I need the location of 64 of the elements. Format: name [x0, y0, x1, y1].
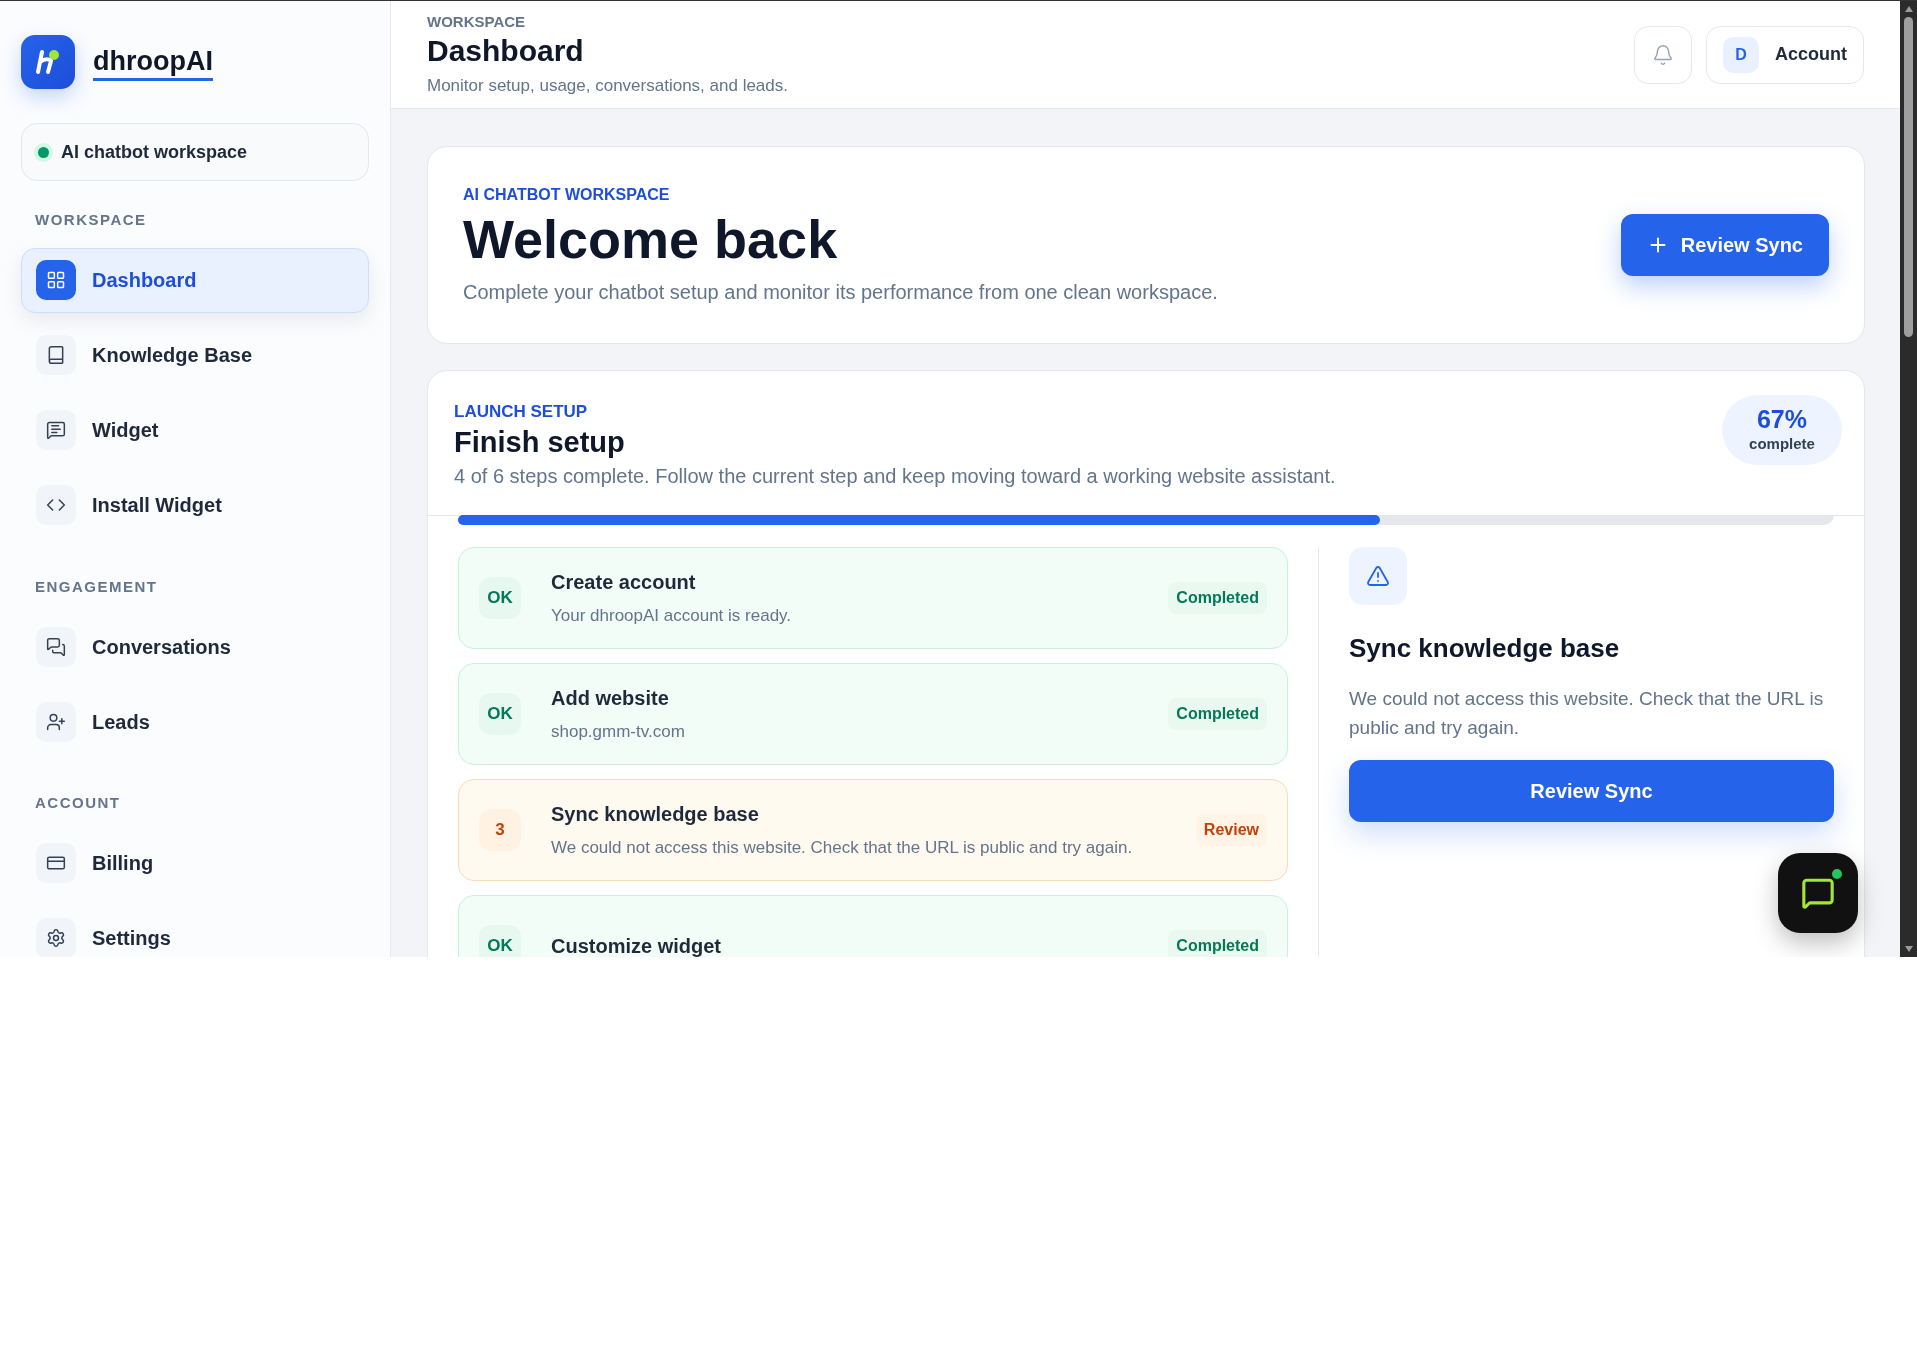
step-badge: OK	[479, 692, 521, 735]
card-eyebrow: AI CHATBOT WORKSPACE	[463, 185, 671, 205]
status-label: Completed	[1168, 581, 1267, 614]
account-avatar: D	[1723, 36, 1759, 73]
section-heading: ACCOUNT	[34, 793, 122, 813]
grid-icon	[46, 270, 66, 290]
detail-title: Sync knowledge base	[1349, 631, 1621, 665]
chat-bubbles-icon	[46, 636, 66, 657]
setup-step[interactable]: OK Create account Your dhroopAI account is ready. Completed	[458, 546, 1288, 649]
chat-launcher-button[interactable]	[1778, 853, 1858, 933]
welcome-title: Welcome back	[463, 209, 839, 269]
step-badge: OK	[479, 924, 521, 957]
page-eyebrow: WORKSPACE	[427, 11, 527, 32]
nav-item[interactable]: Conversations	[21, 614, 369, 679]
detail-text: We could not access this website. Check that the URL is public and try again.	[1349, 686, 1825, 740]
section-heading: ENGAGEMENT	[34, 576, 159, 597]
status-label: Completed	[1168, 697, 1267, 730]
status-label: Completed	[1168, 929, 1267, 957]
nav-item[interactable]: Install Widget	[21, 472, 369, 538]
step-subtitle: shop.gmm-tv.com	[551, 720, 686, 743]
scrollbar[interactable]	[1900, 1, 1917, 957]
nav-item[interactable]: Settings	[21, 905, 369, 957]
chat-icon	[1801, 876, 1835, 910]
review-sync-button[interactable]: Review Sync	[1620, 214, 1829, 276]
message-icon	[46, 420, 66, 440]
status-label: Review	[1195, 813, 1267, 846]
setup-title: Finish setup	[454, 424, 626, 459]
nav-item[interactable]: Billing	[21, 830, 369, 896]
nav-item[interactable]: Widget	[21, 397, 369, 463]
review-sync-button[interactable]: Review Sync	[1349, 759, 1834, 822]
card-eyebrow: LAUNCH SETUP	[454, 401, 589, 423]
scroll-down-icon[interactable]	[1903, 945, 1914, 953]
percent-value: 67%	[1756, 404, 1807, 433]
percent-label: complete	[1749, 433, 1815, 454]
nav-item[interactable]: Knowledge Base	[21, 322, 369, 388]
page-title: Dashboard	[427, 33, 585, 69]
scrollbar-thumb[interactable]	[1904, 17, 1913, 337]
warning-icon	[1366, 563, 1390, 588]
step-title: Customize widget	[551, 933, 722, 957]
step-subtitle: We could not access this website. Check that the URL is public and try again.	[551, 836, 1134, 859]
setup-step[interactable]: OK Customize widget Completed	[458, 894, 1288, 957]
account-button[interactable]: D Account	[1706, 25, 1864, 84]
scroll-up-icon[interactable]	[1903, 5, 1914, 13]
workspace-chip[interactable]: AI chatbot workspace	[21, 123, 369, 181]
logo-icon	[21, 35, 75, 89]
setup-text: 4 of 6 steps complete. Follow the current step and keep moving toward a working website assistant.	[454, 463, 1336, 489]
settings-icon	[46, 928, 66, 948]
step-badge: 3	[479, 808, 521, 851]
welcome-text: Complete your chatbot setup and monitor its performance from one clean workspace.	[463, 280, 1218, 305]
step-title: Add website	[551, 685, 670, 711]
page-subtitle: Monitor setup, usage, conversations, and leads.	[427, 75, 788, 97]
brand-name: dhroopAI	[93, 43, 213, 81]
step-badge: OK	[479, 576, 521, 619]
step-title: Sync knowledge base	[551, 801, 760, 827]
setup-step[interactable]: OK Add website shop.gmm-tv.com Completed	[458, 662, 1288, 765]
book-icon	[46, 345, 66, 365]
step-title: Create account	[551, 569, 697, 595]
step-subtitle: Your dhroopAI account is ready.	[551, 604, 793, 627]
credit-card-icon	[46, 853, 66, 873]
user-plus-icon	[46, 711, 66, 732]
bell-icon	[1652, 43, 1674, 66]
nav-item[interactable]: Dashboard	[21, 247, 369, 313]
section-heading: WORKSPACE	[34, 210, 148, 230]
nav-item[interactable]: Leads	[21, 689, 369, 754]
